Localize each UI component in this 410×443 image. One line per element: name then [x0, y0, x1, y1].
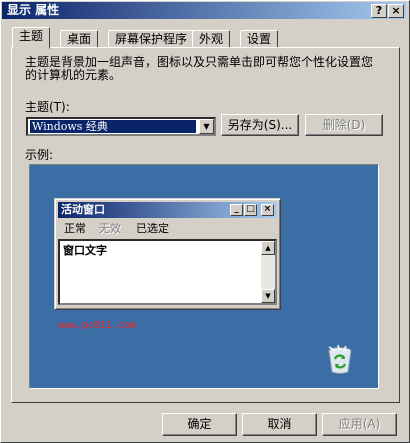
save-as-button[interactable]: 另存为(S)... [221, 114, 299, 136]
cancel-button[interactable]: 取消 [242, 413, 317, 436]
preview-title-bar: 活动窗口 _ □ × [58, 202, 277, 218]
scroll-up-icon: ▲ [261, 241, 275, 255]
close-icon: × [261, 204, 274, 216]
ok-button[interactable]: 确定 [162, 413, 237, 436]
preview-window: 活动窗口 _ □ × 正常 无效 已选定 窗口文字 ▲ ▼ [54, 198, 281, 310]
minimize-icon: _ [230, 204, 243, 216]
preview-window-title: 活动窗口 [61, 203, 105, 216]
tab-appearance[interactable]: 外观 [192, 30, 231, 48]
theme-description: 主题是背景加一组声音，图标以及只需单击即可帮您个性化设置您的计算机的元素。 [25, 55, 374, 82]
preview-window-text: 窗口文字 [63, 244, 107, 257]
theme-select-value: Windows 经典 [30, 120, 196, 133]
preview-scrollbar: ▲ ▼ [261, 241, 275, 303]
preview-menu-disabled: 无效 [99, 222, 121, 235]
recycle-bin-icon [328, 345, 352, 374]
sample-label: 示例: [25, 148, 54, 162]
preview-client-area: 窗口文字 ▲ ▼ [58, 239, 277, 305]
title-bar[interactable]: 显示 属性 ? × [2, 2, 406, 19]
apply-button[interactable]: 应用(A) [322, 413, 397, 436]
close-button[interactable]: × [388, 4, 404, 18]
preview-menu-normal: 正常 [64, 222, 86, 235]
chevron-down-icon[interactable]: ▼ [199, 119, 214, 134]
theme-label: 主题(T): [25, 100, 70, 114]
maximize-icon: □ [244, 204, 257, 216]
help-button[interactable]: ? [371, 4, 387, 18]
scroll-down-icon: ▼ [261, 289, 275, 303]
tab-theme[interactable]: 主题 [12, 27, 51, 49]
tab-screensaver[interactable]: 屏幕保护程序 [108, 30, 195, 48]
theme-select[interactable]: Windows 经典 ▼ [26, 117, 216, 136]
tab-desktop[interactable]: 桌面 [60, 30, 99, 48]
preview-menu-selected: 已选定 [136, 222, 169, 235]
watermark-text: www.pc811.com [58, 320, 137, 331]
theme-preview: 活动窗口 _ □ × 正常 无效 已选定 窗口文字 ▲ ▼ www.pc811.… [29, 164, 379, 389]
tab-settings[interactable]: 设置 [240, 30, 279, 48]
window-title: 显示 属性 [7, 3, 60, 17]
delete-button[interactable]: 删除(D) [305, 114, 383, 136]
